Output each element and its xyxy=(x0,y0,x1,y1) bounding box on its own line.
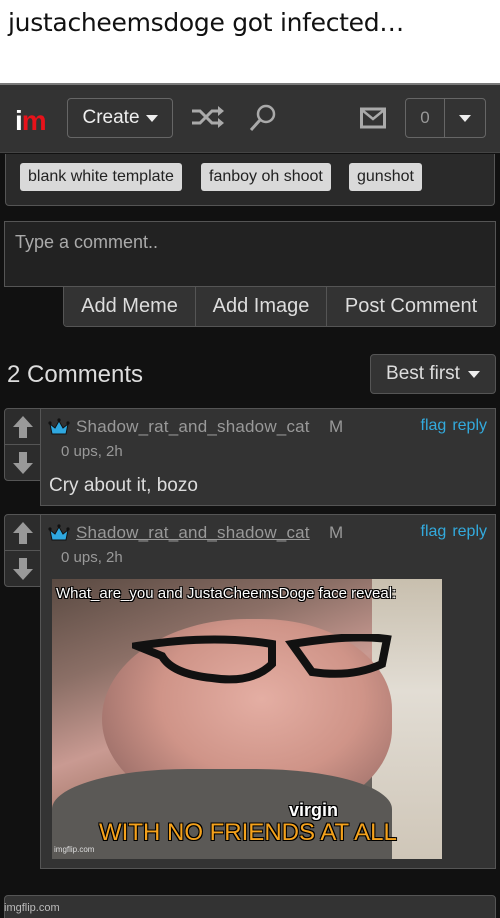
caret-down-icon xyxy=(145,114,158,122)
search-icon[interactable] xyxy=(248,103,278,138)
comment-meta: 0 ups, 2h xyxy=(61,443,123,460)
imgflip-screen: im Create 0 blank white template fanboy … xyxy=(0,83,500,918)
imgflip-watermark: imgflip.com xyxy=(4,902,60,914)
create-label: Create xyxy=(82,107,140,128)
add-image-button[interactable]: Add Image xyxy=(196,287,327,326)
comment-author[interactable]: Shadow_rat_and_shadow_cat xyxy=(76,523,310,543)
comment-text: Cry about it, bozo xyxy=(49,475,198,496)
add-meme-button[interactable]: Add Meme xyxy=(64,287,196,326)
logo-i: i xyxy=(15,105,23,136)
arrow-down-icon xyxy=(13,452,33,474)
upvote-button[interactable] xyxy=(5,515,41,551)
meme-caption: justacheemsdoge got infected… xyxy=(0,0,500,83)
downvote-button[interactable] xyxy=(5,551,41,587)
top-navbar: im Create 0 xyxy=(0,83,500,153)
comment-meta: 0 ups, 2h xyxy=(61,549,123,566)
flag-link[interactable]: flag xyxy=(421,417,447,435)
vote-column xyxy=(4,408,42,481)
author-role-badge: M xyxy=(329,523,344,542)
reply-link[interactable]: reply xyxy=(452,523,487,541)
downvote-button[interactable] xyxy=(5,445,41,481)
comments-count: 2 Comments xyxy=(7,361,144,388)
sort-dropdown[interactable]: Best first xyxy=(370,354,496,394)
comment-author[interactable]: Shadow_rat_and_shadow_cat xyxy=(76,417,310,437)
upvote-button[interactable] xyxy=(5,409,41,445)
tags-panel: blank white template fanboy oh shoot gun… xyxy=(5,154,495,206)
comment-item: Shadow_rat_and_shadow_cat M flag reply 0… xyxy=(40,408,496,506)
comment-input[interactable]: Type a comment.. xyxy=(4,221,496,287)
comment-item: Shadow_rat_and_shadow_cat M flag reply 0… xyxy=(40,514,496,869)
caret-down-icon xyxy=(467,370,480,378)
arrow-down-icon xyxy=(13,558,33,580)
notification-count[interactable]: 0 xyxy=(406,99,445,137)
reply-link[interactable]: reply xyxy=(452,417,487,435)
crown-icon xyxy=(48,418,70,435)
user-menu-dropdown[interactable] xyxy=(445,99,485,137)
flag-link[interactable]: flag xyxy=(421,523,447,541)
tag-chip[interactable]: gunshot xyxy=(349,163,422,191)
meme-middle-text: virgin xyxy=(289,800,339,820)
create-button[interactable]: Create xyxy=(67,98,173,138)
meme-image[interactable]: What_are_you and JustaCheemsDoge face re… xyxy=(52,579,442,859)
comment-actions: Add Meme Add Image Post Comment xyxy=(63,287,496,327)
tag-chip[interactable]: blank white template xyxy=(20,163,182,191)
mail-icon[interactable] xyxy=(360,107,386,134)
meme-bottom-text: WITH NO FRIENDS AT ALL xyxy=(99,819,397,846)
crown-icon xyxy=(48,524,70,541)
vote-column xyxy=(4,514,42,587)
author-role-badge: M xyxy=(329,417,344,436)
logo-m: m xyxy=(21,105,47,136)
glasses-icon xyxy=(132,634,392,684)
imgflip-logo[interactable]: im xyxy=(15,105,47,137)
post-comment-button[interactable]: Post Comment xyxy=(327,287,495,326)
shuffle-icon[interactable] xyxy=(190,105,226,134)
notifications-menu[interactable]: 0 xyxy=(405,98,486,138)
meme-watermark: imgflip.com xyxy=(54,845,95,854)
arrow-up-icon xyxy=(13,521,33,544)
tag-chip[interactable]: fanboy oh shoot xyxy=(201,163,331,191)
footer-bar xyxy=(4,895,496,918)
arrow-up-icon xyxy=(13,415,33,438)
meme-top-text: What_are_you and JustaCheemsDoge face re… xyxy=(56,585,397,602)
sort-label: Best first xyxy=(386,363,460,384)
caret-down-icon xyxy=(459,114,471,122)
